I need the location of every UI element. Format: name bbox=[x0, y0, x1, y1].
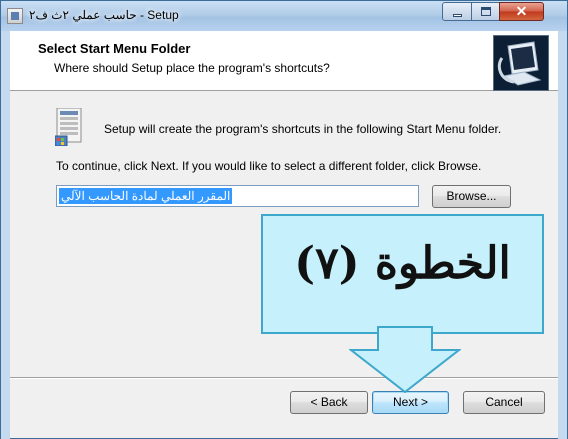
page-title: Select Start Menu Folder bbox=[38, 41, 191, 56]
start-menu-folder-icon bbox=[54, 107, 85, 147]
callout-arrow-icon bbox=[349, 326, 461, 394]
window-title: حاسب عملي ٢ث ف٢ - Setup bbox=[29, 8, 179, 22]
footer-divider bbox=[10, 377, 558, 379]
page-subtitle: Where should Setup place the program's s… bbox=[54, 61, 330, 75]
step-callout: الخطوة (٧) bbox=[261, 214, 544, 334]
folder-input-value: المقرر العملي لمادة الحاسب الآلي bbox=[59, 188, 233, 204]
folder-description: Setup will create the program's shortcut… bbox=[104, 122, 502, 136]
browse-button[interactable]: Browse... bbox=[432, 185, 511, 208]
title-bar[interactable]: حاسب عملي ٢ث ف٢ - Setup ✕ bbox=[1, 1, 567, 31]
back-button[interactable]: < Back bbox=[290, 391, 368, 414]
computer-setup-icon bbox=[493, 35, 549, 91]
close-icon: ✕ bbox=[515, 3, 528, 19]
browse-instruction: To continue, click Next. If you would li… bbox=[56, 159, 482, 173]
minimize-button[interactable] bbox=[442, 2, 472, 21]
maximize-icon bbox=[481, 7, 491, 16]
maximize-button[interactable] bbox=[471, 2, 500, 21]
setup-window: حاسب عملي ٢ث ف٢ - Setup ✕ Select Start M… bbox=[0, 0, 568, 439]
setup-app-icon bbox=[7, 8, 23, 24]
start-menu-folder-input[interactable]: المقرر العملي لمادة الحاسب الآلي bbox=[56, 185, 419, 207]
next-button[interactable]: Next > bbox=[372, 391, 449, 414]
cancel-button[interactable]: Cancel bbox=[463, 391, 545, 414]
wizard-header: Select Start Menu Folder Where should Se… bbox=[10, 31, 558, 91]
window-frame-left bbox=[1, 31, 10, 439]
minimize-icon bbox=[453, 14, 462, 17]
step-callout-text: الخطوة (٧) bbox=[294, 238, 511, 289]
window-frame-right bbox=[558, 31, 567, 439]
close-button[interactable]: ✕ bbox=[499, 2, 544, 21]
